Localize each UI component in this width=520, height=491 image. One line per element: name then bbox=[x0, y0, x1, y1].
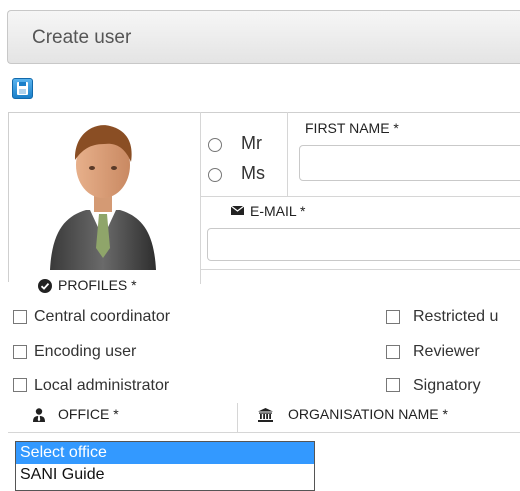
checkbox-label: Signatory bbox=[413, 377, 481, 394]
save-icon bbox=[17, 82, 28, 95]
first-name-label: FIRST NAME * bbox=[305, 120, 399, 136]
office-dropdown-list[interactable]: Select office SANI Guide bbox=[15, 441, 315, 491]
radio-mr-label: Mr bbox=[241, 133, 262, 153]
envelope-icon bbox=[231, 205, 244, 215]
email-label: E-MAIL * bbox=[250, 203, 306, 219]
profiles-label: PROFILES * bbox=[58, 277, 137, 293]
row-divider bbox=[200, 196, 520, 197]
salutation-divider bbox=[287, 112, 288, 196]
checkbox-local-administrator[interactable] bbox=[13, 378, 27, 392]
radio-ms[interactable] bbox=[208, 168, 222, 182]
form-top-border bbox=[8, 112, 520, 113]
office-label: OFFICE * bbox=[58, 406, 119, 422]
bank-icon bbox=[258, 408, 273, 422]
checkbox-label: Reviewer bbox=[413, 343, 480, 360]
title-bar: Create user bbox=[7, 10, 520, 64]
checkbox-restricted-user[interactable] bbox=[386, 310, 400, 324]
form-left-border bbox=[8, 112, 9, 282]
office-row-divider bbox=[8, 432, 520, 433]
checkbox-reviewer[interactable] bbox=[386, 345, 400, 359]
check-circle-icon bbox=[38, 279, 52, 293]
checkbox-encoding-user[interactable] bbox=[13, 345, 27, 359]
page-title: Create user bbox=[32, 27, 132, 48]
organisation-label: ORGANISATION NAME * bbox=[288, 406, 448, 422]
dropdown-option-select-office[interactable]: Select office bbox=[16, 442, 314, 464]
checkbox-label: Encoding user bbox=[34, 343, 137, 360]
row-divider bbox=[200, 269, 520, 270]
dropdown-option-sani-guide[interactable]: SANI Guide bbox=[16, 464, 314, 486]
checkbox-signatory[interactable] bbox=[386, 378, 400, 392]
user-tie-icon bbox=[33, 408, 45, 422]
checkbox-central-coordinator[interactable] bbox=[13, 310, 27, 324]
email-input[interactable] bbox=[207, 228, 520, 261]
avatar-divider bbox=[200, 112, 201, 284]
checkbox-label: Restricted u bbox=[413, 308, 499, 325]
office-divider bbox=[237, 403, 238, 433]
radio-mr[interactable] bbox=[208, 138, 222, 152]
checkbox-label: Central coordinator bbox=[34, 308, 171, 325]
save-button[interactable] bbox=[12, 78, 33, 99]
checkbox-label: Local administrator bbox=[34, 377, 170, 394]
first-name-input[interactable] bbox=[299, 145, 520, 181]
avatar bbox=[46, 120, 160, 270]
radio-ms-label: Ms bbox=[241, 163, 265, 183]
user-avatar-icon bbox=[50, 125, 156, 270]
